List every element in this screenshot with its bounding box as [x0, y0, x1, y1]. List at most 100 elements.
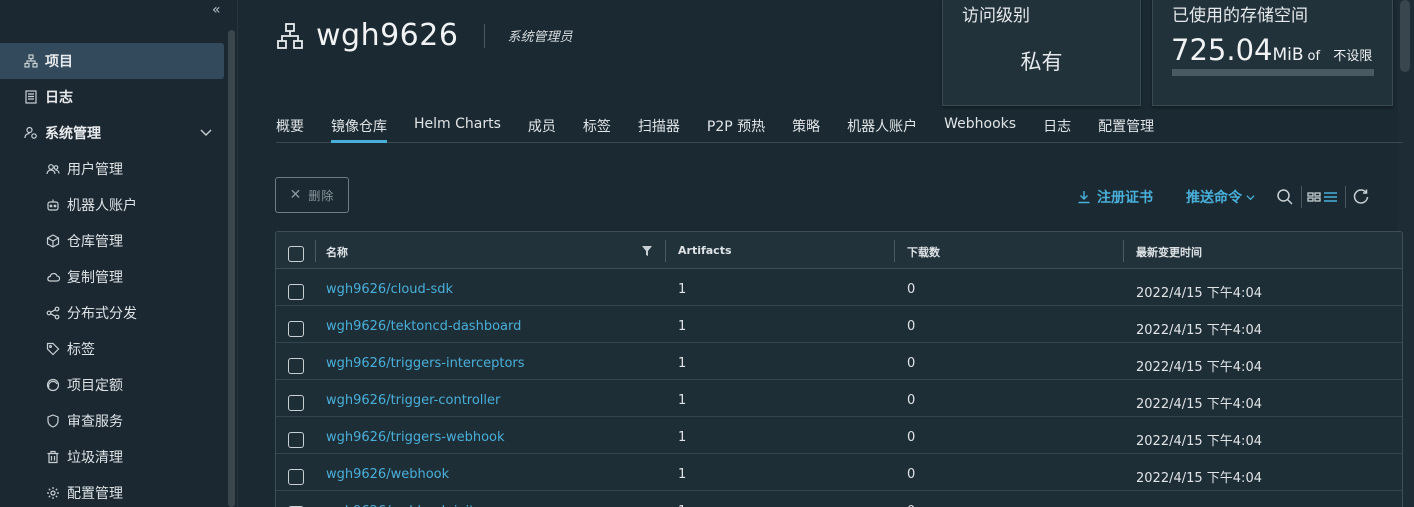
sidebar-item-label: 垃圾清理 — [67, 450, 123, 466]
column-divider — [894, 240, 895, 262]
repository-name-link[interactable]: wgh9626/trigger-controller — [326, 393, 500, 408]
tag-icon — [46, 342, 60, 356]
sidebar-scrollbar[interactable] — [228, 30, 235, 507]
row-checkbox[interactable] — [288, 395, 304, 411]
sidebar-item-label: 配置管理 — [67, 486, 123, 502]
table-row[interactable]: wgh9626/webhook 1 0 2022/4/15 下午4:04 — [276, 454, 1402, 491]
sidebar-item-robot-accounts[interactable]: 机器人账户 — [0, 187, 224, 223]
view-toggle-icon[interactable] — [1307, 188, 1339, 206]
table-row[interactable]: wgh9626/webhook-init102022/4/15 下午4:04 — [276, 491, 1402, 507]
downloads-count: 0 — [907, 282, 916, 297]
sidebar-item-logs[interactable]: 日志 — [0, 79, 224, 115]
register-cert-button[interactable]: 注册证书 — [1077, 187, 1153, 207]
storage-limit: 不设限 — [1333, 49, 1373, 64]
close-icon: ✕ — [289, 187, 303, 203]
tab-configuration[interactable]: 配置管理 — [1098, 116, 1154, 142]
tab-policy[interactable]: 策略 — [792, 116, 820, 142]
page-scrollbar[interactable] — [1400, 0, 1410, 72]
delete-button[interactable]: ✕ 删除 — [275, 177, 349, 213]
row-checkbox[interactable] — [288, 469, 304, 485]
table-row[interactable]: wgh9626/tektoncd-dashboard 1 0 2022/4/15 下午… — [276, 306, 1402, 343]
sidebar-item-distribution[interactable]: 分布式分发 — [0, 295, 224, 331]
artifacts-count: 1 — [678, 430, 687, 445]
sidebar-item-labels[interactable]: 标签 — [0, 331, 224, 367]
sidebar-item-replication[interactable]: 复制管理 — [0, 259, 224, 295]
sidebar-item-label: 分布式分发 — [67, 306, 137, 322]
refresh-icon[interactable] — [1352, 188, 1370, 206]
search-icon[interactable] — [1276, 188, 1294, 206]
repository-name-link[interactable]: wgh9626/triggers-webhook — [326, 430, 505, 445]
artifacts-count: 1 — [678, 467, 687, 482]
row-checkbox[interactable] — [288, 284, 304, 300]
sidebar-item-interrogation[interactable]: 审查服务 — [0, 403, 224, 439]
table-row[interactable]: wgh9626/triggers-webhook 1 0 2022/4/15 下午4:… — [276, 417, 1402, 454]
tab-webhooks[interactable]: Webhooks — [944, 116, 1016, 142]
tab-helm-charts[interactable]: Helm Charts — [414, 116, 501, 142]
artifacts-count: 1 — [678, 393, 687, 408]
project-icon — [24, 54, 38, 68]
gear-icon — [46, 486, 60, 500]
column-header-name[interactable]: 名称 — [326, 244, 348, 260]
quota-icon — [46, 378, 60, 392]
table-row[interactable]: wgh9626/trigger-controller 1 0 2022/4/15 下午… — [276, 380, 1402, 417]
tab-robot-accounts[interactable]: 机器人账户 — [847, 116, 917, 142]
repository-name-link[interactable]: wgh9626/cloud-sdk — [326, 282, 453, 297]
column-divider — [1123, 240, 1124, 262]
sidebar-item-configuration[interactable]: 配置管理 — [0, 475, 224, 507]
tab-scanner[interactable]: 扫描器 — [638, 116, 680, 142]
sidebar-item-garbage-collection[interactable]: 垃圾清理 — [0, 439, 224, 475]
column-header-artifacts[interactable]: Artifacts — [678, 244, 732, 257]
sidebar-item-label: 项目 — [45, 54, 73, 70]
tab-labels[interactable]: 标签 — [583, 116, 611, 142]
sidebar-item-admin[interactable]: 系统管理 — [0, 115, 224, 151]
table-body: wgh9626/cloud-sdk 1 0 2022/4/15 下午4:04 wgh96… — [276, 269, 1402, 507]
row-checkbox[interactable] — [288, 358, 304, 374]
column-divider — [315, 240, 316, 262]
tab-p2p-preheat[interactable]: P2P 预热 — [707, 116, 765, 142]
project-icon — [277, 22, 303, 49]
sidebar-item-users[interactable]: 用户管理 — [0, 151, 224, 187]
sidebar: « 项目 日志 系统管理 用户管理 机器人账户 仓库管理 复制管理 分布式分发 … — [0, 0, 238, 507]
storage-label: 已使用的存储空间 — [1172, 6, 1308, 26]
repository-name-link[interactable]: wgh9626/tektoncd-dashboard — [326, 319, 521, 334]
push-command-button[interactable]: 推送命令 — [1186, 187, 1255, 207]
storage-progress-bar — [1172, 69, 1374, 76]
updated-time: 2022/4/15 下午4:04 — [1136, 286, 1262, 301]
sidebar-item-label: 系统管理 — [45, 126, 101, 142]
select-all-checkbox[interactable] — [288, 246, 304, 262]
users-icon — [46, 162, 60, 176]
row-checkbox[interactable] — [288, 432, 304, 448]
artifacts-count: 1 — [678, 319, 687, 334]
tab-logs[interactable]: 日志 — [1043, 116, 1071, 142]
project-tabs: 概要 镜像仓库 Helm Charts 成员 标签 扫描器 P2P 预热 策略 … — [276, 116, 1403, 143]
chevron-down-icon — [1246, 194, 1255, 200]
storage-amount: 725.04 — [1171, 33, 1273, 67]
column-header-updated[interactable]: 最新变更时间 — [1136, 244, 1202, 260]
share-icon — [46, 306, 60, 320]
storage-unit: MiB — [1272, 45, 1304, 65]
sidebar-item-projects[interactable]: 项目 — [0, 43, 224, 79]
user-role: 系统管理员 — [507, 30, 573, 45]
cloud-icon — [46, 270, 60, 284]
row-checkbox[interactable] — [288, 321, 304, 337]
artifacts-count: 1 — [678, 282, 687, 297]
table-row[interactable]: wgh9626/cloud-sdk 1 0 2022/4/15 下午4:04 — [276, 269, 1402, 306]
column-header-downloads[interactable]: 下载数 — [907, 244, 940, 260]
header-divider — [484, 23, 486, 48]
sidebar-item-registries[interactable]: 仓库管理 — [0, 223, 224, 259]
tab-summary[interactable]: 概要 — [276, 116, 304, 142]
repository-name-link[interactable]: wgh9626/triggers-interceptors — [326, 356, 525, 371]
sidebar-item-label: 仓库管理 — [67, 234, 123, 250]
filter-icon[interactable] — [642, 246, 652, 256]
storage-of: of — [1307, 49, 1321, 64]
tab-members[interactable]: 成员 — [528, 116, 556, 142]
delete-button-label: 删除 — [308, 188, 335, 203]
artifacts-count: 1 — [678, 356, 687, 371]
tab-repositories[interactable]: 镜像仓库 — [331, 116, 387, 143]
table-row[interactable]: wgh9626/triggers-interceptors 1 0 2022/4/15… — [276, 343, 1402, 380]
access-level-value: 私有 — [1020, 50, 1063, 74]
repository-name-link[interactable]: wgh9626/webhook — [326, 467, 449, 482]
collapse-sidebar-icon[interactable]: « — [212, 2, 221, 18]
toolbar-divider — [1345, 186, 1346, 208]
sidebar-item-quotas[interactable]: 项目定额 — [0, 367, 224, 403]
